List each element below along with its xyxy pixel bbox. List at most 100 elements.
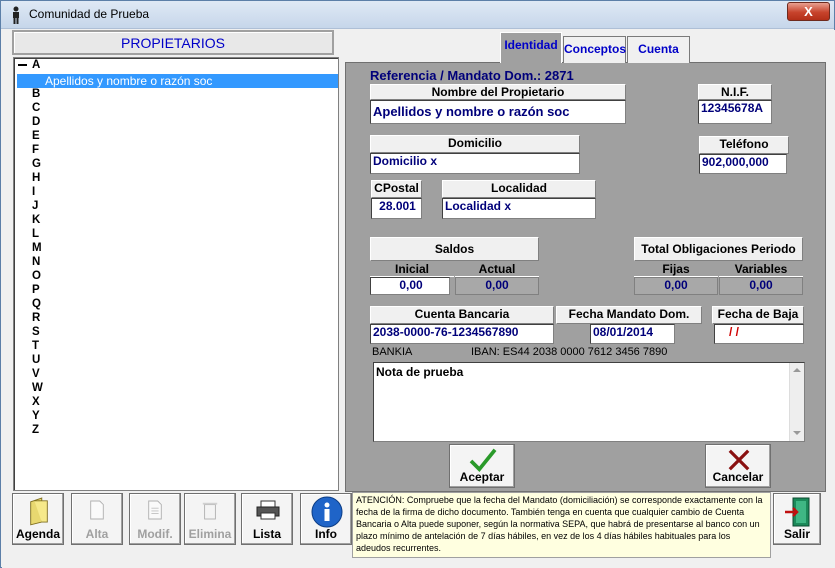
tree-node-h[interactable]: H	[32, 172, 40, 184]
exit-door-icon	[785, 497, 810, 527]
tree-node-g[interactable]: G	[32, 158, 41, 170]
fijas-value: 0,00	[634, 277, 718, 295]
aceptar-button[interactable]: Aceptar	[449, 444, 515, 488]
identidad-panel: Identidad Conceptos Cuenta Referencia / …	[345, 32, 826, 492]
tree-node-c[interactable]: C	[32, 102, 40, 114]
cancelar-button[interactable]: Cancelar	[705, 444, 771, 488]
tree-node-w[interactable]: W	[32, 382, 43, 394]
fecha-baja-label: Fecha de Baja	[712, 306, 804, 324]
banco-text: BANKIA	[372, 346, 413, 358]
tree-node-n[interactable]: N	[32, 256, 40, 268]
alta-button[interactable]: Alta	[71, 493, 123, 545]
client-area: PROPIETARIOS A Apellidos y nombre o razó…	[2, 30, 835, 568]
scroll-down-icon[interactable]	[793, 431, 801, 435]
localidad-input[interactable]: Localidad x	[442, 198, 596, 219]
tree-node-t[interactable]: T	[32, 340, 39, 352]
tree-node-x[interactable]: X	[32, 396, 40, 408]
tree-node-m[interactable]: M	[32, 242, 42, 254]
elimina-label: Elimina	[188, 527, 232, 541]
tree-node-j[interactable]: J	[32, 200, 38, 212]
salir-label: Salir	[783, 527, 810, 541]
title-bar: Comunidad de Prueba X	[1, 1, 834, 29]
variables-value: 0,00	[719, 277, 803, 295]
checkmark-icon	[469, 448, 497, 472]
cuenta-bancaria-input[interactable]: 2038-0000-76-1234567890	[370, 324, 554, 344]
fecha-mandato-input[interactable]: 08/01/2014	[590, 324, 675, 344]
iban-text: IBAN: ES44 2038 0000 7612 3456 7890	[471, 346, 668, 358]
tree-node-k[interactable]: K	[32, 214, 40, 226]
close-button[interactable]: X	[787, 2, 830, 21]
telefono-label: Teléfono	[699, 136, 789, 154]
agenda-label: Agenda	[15, 527, 60, 541]
actual-label: Actual	[455, 262, 539, 277]
nota-scrollbar[interactable]	[789, 363, 804, 441]
info-icon	[311, 496, 343, 528]
folder-icon	[30, 497, 48, 526]
tree-node-e[interactable]: E	[32, 130, 40, 142]
new-document-icon	[90, 500, 104, 520]
nota-textarea[interactable]: Nota de prueba	[373, 362, 805, 442]
domicilio-input[interactable]: Domicilio x	[370, 153, 580, 174]
tab-cuenta[interactable]: Cuenta	[627, 36, 690, 63]
info-label: Info	[315, 527, 337, 541]
saldos-label: Saldos	[370, 237, 539, 261]
tree-node-l[interactable]: L	[32, 228, 39, 240]
fecha-baja-input[interactable]: / /	[714, 324, 804, 344]
inicial-label: Inicial	[370, 262, 454, 277]
lista-button[interactable]: Lista	[241, 493, 293, 545]
nif-label: N.I.F.	[698, 84, 772, 100]
collapse-icon[interactable]	[18, 64, 27, 66]
aceptar-label: Aceptar	[459, 470, 505, 484]
tree-node-i[interactable]: I	[32, 186, 35, 198]
cuenta-bancaria-label: Cuenta Bancaria	[370, 306, 554, 324]
agenda-button[interactable]: Agenda	[12, 493, 64, 545]
variables-label: Variables	[719, 262, 803, 277]
tree-node-f[interactable]: F	[32, 144, 39, 156]
cpostal-input[interactable]: 28.001	[371, 198, 422, 219]
tree-node-d[interactable]: D	[32, 116, 40, 128]
tree-node-y[interactable]: Y	[32, 410, 40, 422]
tree-node-p[interactable]: P	[32, 284, 40, 296]
cross-icon	[728, 449, 750, 471]
modif-button[interactable]: Modif.	[129, 493, 181, 545]
obligaciones-label: Total Obligaciones Periodo	[634, 237, 803, 261]
owners-tree[interactable]: A Apellidos y nombre o razón soc BCDEFGH…	[13, 57, 339, 491]
telefono-input[interactable]: 902,000,000	[699, 154, 787, 174]
nombre-input[interactable]: Apellidos y nombre o razón soc	[370, 100, 626, 124]
tab-conceptos[interactable]: Conceptos	[563, 36, 626, 63]
trash-icon	[202, 502, 218, 520]
cpostal-label: CPostal	[371, 180, 422, 198]
lista-label: Lista	[252, 527, 281, 541]
tree-node-s[interactable]: S	[32, 326, 40, 338]
tree-item-selected[interactable]: Apellidos y nombre o razón soc	[17, 74, 338, 88]
person-icon	[13, 6, 19, 24]
alta-label: Alta	[85, 527, 109, 541]
nif-input[interactable]: 12345678A	[698, 100, 772, 124]
tab-identidad[interactable]: Identidad	[500, 32, 562, 63]
inicial-value: 0,00	[370, 277, 450, 295]
tree-node-q[interactable]: Q	[32, 298, 41, 310]
actual-value: 0,00	[455, 277, 539, 295]
tree-node-o[interactable]: O	[32, 270, 41, 282]
salir-button[interactable]: Salir	[773, 493, 821, 545]
fecha-mandato-label: Fecha Mandato Dom.	[556, 306, 702, 324]
tree-node-a[interactable]: A	[32, 59, 40, 71]
scroll-up-icon[interactable]	[793, 368, 801, 372]
tree-node-v[interactable]: V	[32, 368, 40, 380]
tree-node-u[interactable]: U	[32, 354, 40, 366]
cancelar-label: Cancelar	[712, 470, 764, 484]
app-window: Comunidad de Prueba X PROPIETARIOS A Ape…	[0, 0, 835, 568]
fijas-label: Fijas	[634, 262, 718, 277]
domicilio-label: Domicilio	[370, 135, 580, 153]
printer-icon	[256, 500, 280, 520]
window-title: Comunidad de Prueba	[29, 7, 150, 21]
tree-node-z[interactable]: Z	[32, 424, 39, 436]
tree-node-r[interactable]: R	[32, 312, 40, 324]
elimina-button[interactable]: Elimina	[184, 493, 236, 545]
modif-label: Modif.	[137, 527, 173, 541]
localidad-label: Localidad	[442, 180, 596, 198]
info-button[interactable]: Info	[300, 493, 352, 545]
propietarios-header: PROPIETARIOS	[12, 30, 334, 55]
tree-node-b[interactable]: B	[32, 88, 40, 100]
edit-document-icon	[148, 500, 162, 520]
